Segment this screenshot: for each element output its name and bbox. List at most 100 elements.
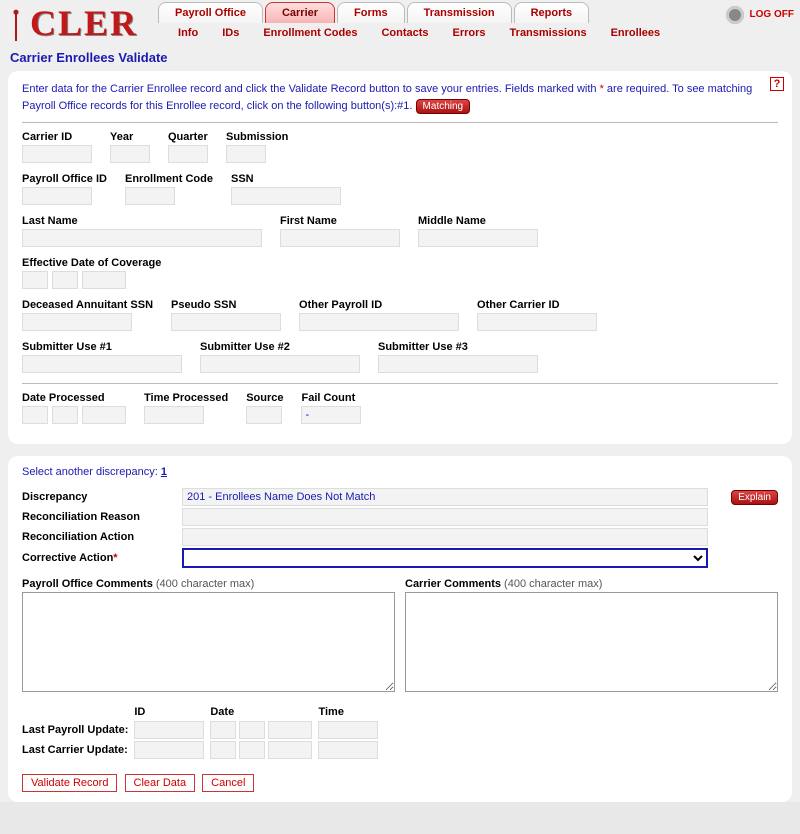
explain-button[interactable]: Explain [731,490,778,505]
col-id: ID [134,706,210,720]
subtab-enrollment-codes[interactable]: Enrollment Codes [263,27,357,39]
input-po-update-date-mm[interactable] [210,721,236,739]
caduceus-icon [6,5,26,41]
input-carrier-update-date-dd[interactable] [239,741,265,759]
label-eff-date: Effective Date of Coverage [22,257,161,269]
value-rec-action [182,528,708,546]
subtab-transmissions[interactable]: Transmissions [510,27,587,39]
input-other-payroll-id[interactable] [299,313,459,331]
input-fail-count[interactable] [301,406,361,424]
input-other-carrier-id[interactable] [477,313,597,331]
tab-reports[interactable]: Reports [514,2,590,23]
label-other-carrier-id: Other Carrier ID [477,299,597,311]
subtab-enrollees[interactable]: Enrollees [611,27,661,39]
input-carrier-update-date-mm[interactable] [210,741,236,759]
input-payroll-office-id[interactable] [22,187,92,205]
tab-payroll-office[interactable]: Payroll Office [158,2,263,23]
cancel-button[interactable]: Cancel [202,774,254,792]
instructions: Enter data for the Carrier Enrollee reco… [22,81,778,114]
label-submission: Submission [226,131,288,143]
logoff-link[interactable]: LOG OFF [750,10,794,20]
input-ssn[interactable] [231,187,341,205]
input-date-proc-mm[interactable] [22,406,48,424]
input-carrier-id[interactable] [22,145,92,163]
input-eff-date-dd[interactable] [52,271,78,289]
label-source: Source [246,392,283,404]
col-time: Time [318,706,384,720]
tab-transmission[interactable]: Transmission [407,2,512,23]
label-first-name: First Name [280,215,400,227]
label-middle-name: Middle Name [418,215,538,227]
main-tabs: Payroll Office Carrier Forms Transmissio… [148,2,726,23]
discrepancy-link-1[interactable]: 1 [161,466,167,478]
input-pseudo-ssn[interactable] [171,313,281,331]
clear-data-button[interactable]: Clear Data [125,774,196,792]
value-rec-reason [182,508,708,526]
label-sub-use-2: Submitter Use #2 [200,341,360,353]
validate-record-button[interactable]: Validate Record [22,774,117,792]
label-discrepancy: Discrepancy [22,491,182,503]
input-last-name[interactable] [22,229,262,247]
label-year: Year [110,131,150,143]
label-sub-use-3: Submitter Use #3 [378,341,538,353]
label-po-comments: Payroll Office Comments (400 character m… [22,578,395,590]
subtab-info[interactable]: Info [178,27,198,39]
label-sub-use-1: Submitter Use #1 [22,341,182,353]
label-payroll-office-id: Payroll Office ID [22,173,107,185]
input-po-update-date-dd[interactable] [239,721,265,739]
label-enrollment-code: Enrollment Code [125,173,213,185]
input-carrier-update-id[interactable] [134,741,204,759]
sub-tabs: Info IDs Enrollment Codes Contacts Error… [148,23,726,43]
input-carrier-update-date-yyyy[interactable] [268,741,312,759]
tab-carrier[interactable]: Carrier [265,2,335,23]
label-rec-action: Reconciliation Action [22,531,182,543]
label-fail-count: Fail Count [301,392,361,404]
logo-text: CLER [30,2,138,44]
label-carrier-id: Carrier ID [22,131,92,143]
input-eff-date-mm[interactable] [22,271,48,289]
subtab-contacts[interactable]: Contacts [381,27,428,39]
input-date-proc-yyyy[interactable] [82,406,126,424]
input-dec-ann-ssn[interactable] [22,313,132,331]
page-title: Carrier Enrollees Validate [0,44,800,71]
input-eff-date-yyyy[interactable] [82,271,126,289]
gear-icon[interactable] [726,6,744,24]
input-quarter[interactable] [168,145,208,163]
input-year[interactable] [110,145,150,163]
label-dec-ann-ssn: Deceased Annuitant SSN [22,299,153,311]
input-enrollment-code[interactable] [125,187,175,205]
label-rec-reason: Reconciliation Reason [22,511,182,523]
col-date: Date [210,706,318,720]
label-date-processed: Date Processed [22,392,126,404]
input-date-proc-dd[interactable] [52,406,78,424]
input-submission[interactable] [226,145,266,163]
textarea-po-comments[interactable] [22,592,395,692]
input-po-update-date-yyyy[interactable] [268,721,312,739]
matching-button[interactable]: Matching [416,99,471,114]
row-last-po-update: Last Payroll Update: [22,720,384,740]
input-carrier-update-time[interactable] [318,741,378,759]
label-pseudo-ssn: Pseudo SSN [171,299,281,311]
input-po-update-id[interactable] [134,721,204,739]
select-corrective-action[interactable] [182,548,708,568]
input-source[interactable] [246,406,282,424]
tab-forms[interactable]: Forms [337,2,405,23]
input-time-processed[interactable] [144,406,204,424]
input-sub-use-1[interactable] [22,355,182,373]
input-middle-name[interactable] [418,229,538,247]
input-po-update-time[interactable] [318,721,378,739]
value-discrepancy: 201 - Enrollees Name Does Not Match [182,488,708,506]
input-sub-use-2[interactable] [200,355,360,373]
label-quarter: Quarter [168,131,208,143]
help-icon[interactable]: ? [770,77,784,91]
textarea-carrier-comments[interactable] [405,592,778,692]
app-logo: CLER [6,2,148,44]
subtab-errors[interactable]: Errors [453,27,486,39]
label-time-processed: Time Processed [144,392,228,404]
input-sub-use-3[interactable] [378,355,538,373]
input-first-name[interactable] [280,229,400,247]
subtab-ids[interactable]: IDs [222,27,239,39]
enrollee-form-panel: ? Enter data for the Carrier Enrollee re… [8,71,792,444]
label-last-name: Last Name [22,215,262,227]
label-ssn: SSN [231,173,341,185]
